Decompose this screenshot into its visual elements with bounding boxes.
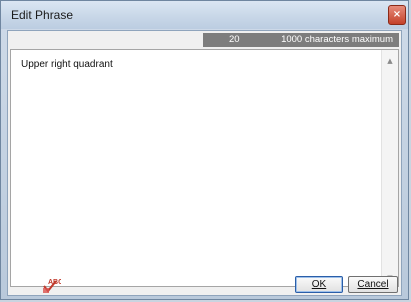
- vertical-scrollbar[interactable]: ▲ ▼: [381, 50, 398, 286]
- button-bar: ABC OK Cancel: [8, 275, 401, 295]
- window-title: Edit Phrase: [11, 8, 74, 22]
- close-icon: ×: [392, 9, 402, 20]
- cancel-button[interactable]: Cancel: [348, 276, 398, 293]
- dialog-body: 20 1000 characters maximum Upper right q…: [7, 30, 402, 296]
- counter-bar: 20 1000 characters maximum: [8, 31, 401, 49]
- edit-phrase-dialog: Edit Phrase × 20 1000 characters maximum…: [0, 0, 409, 300]
- scroll-up-icon[interactable]: ▲: [382, 54, 398, 68]
- title-bar[interactable]: Edit Phrase ×: [1, 1, 408, 29]
- phrase-text-area[interactable]: Upper right quadrant ▲ ▼: [10, 49, 399, 287]
- cancel-button-label: Cancel: [357, 279, 389, 290]
- character-counter: 20 1000 characters maximum: [203, 33, 399, 47]
- close-button[interactable]: ×: [388, 5, 406, 25]
- character-limit-label: 1000 characters maximum: [281, 34, 393, 45]
- ok-button-label: OK: [311, 279, 327, 290]
- spell-check-button[interactable]: ABC: [41, 276, 63, 294]
- phrase-text[interactable]: Upper right quadrant: [21, 59, 113, 70]
- character-count: 20: [229, 34, 240, 45]
- ok-button[interactable]: OK: [295, 276, 343, 293]
- spell-check-icon: ABC: [43, 279, 63, 293]
